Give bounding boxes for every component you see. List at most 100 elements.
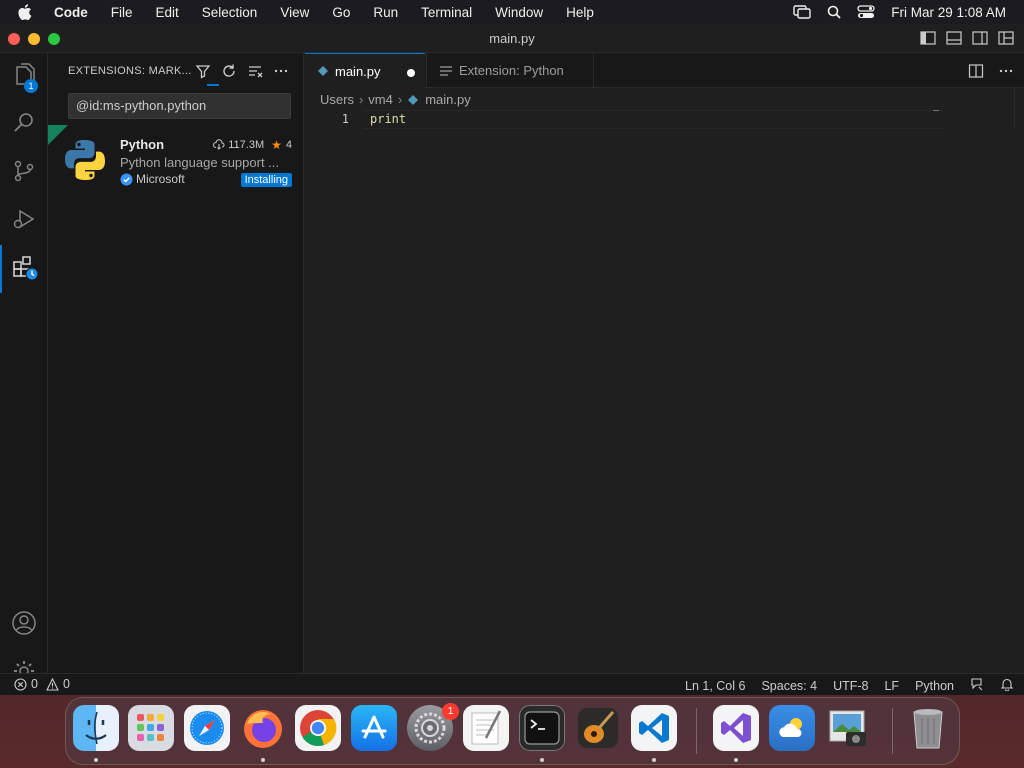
running-indicator bbox=[261, 758, 265, 762]
cursor-position[interactable]: Ln 1, Col 6 bbox=[685, 679, 745, 693]
extension-stats: 117.3M ★ 4 bbox=[213, 138, 292, 152]
dock-terminal-icon[interactable] bbox=[519, 705, 565, 751]
dock-safari-icon[interactable] bbox=[184, 705, 230, 751]
chevron-right-icon: › bbox=[397, 92, 403, 107]
extensions-sidebar: EXTENSIONS: MARK... @id:ms-python.python… bbox=[48, 53, 304, 673]
screen-mirroring-icon[interactable] bbox=[793, 5, 811, 19]
window-title: main.py bbox=[489, 31, 535, 46]
menu-clock[interactable]: Fri Mar 29 1:08 AM bbox=[891, 5, 1006, 20]
apple-logo-icon[interactable] bbox=[18, 4, 40, 20]
language-mode[interactable]: Python bbox=[915, 679, 954, 693]
spotlight-search-icon[interactable] bbox=[827, 5, 841, 19]
tab-extension-python[interactable]: Extension: Python bbox=[426, 53, 594, 88]
vscode-window: main.py 1 EXTENSIONS: MARK... @id:ms-pyt… bbox=[0, 24, 1024, 695]
toggle-secondary-sidebar-icon[interactable] bbox=[972, 31, 988, 45]
source-control-activity[interactable] bbox=[0, 149, 48, 197]
menu-code[interactable]: Code bbox=[54, 5, 88, 20]
activity-bar: 1 1 bbox=[0, 53, 48, 689]
menu-help[interactable]: Help bbox=[566, 5, 594, 20]
status-bar: 0 0 Ln 1, Col 6 Spaces: 4 UTF-8 LF Pytho… bbox=[0, 673, 1024, 695]
menu-terminal[interactable]: Terminal bbox=[421, 5, 472, 20]
dock-firefox-icon[interactable] bbox=[240, 705, 286, 751]
settings-notification-badge: 1 bbox=[442, 703, 459, 720]
breadcrumb-item[interactable]: vm4 bbox=[368, 92, 393, 107]
dock-weather-icon[interactable] bbox=[769, 705, 815, 751]
search-icon bbox=[12, 111, 36, 140]
encoding[interactable]: UTF-8 bbox=[833, 679, 868, 693]
more-actions-icon[interactable] bbox=[998, 63, 1014, 79]
installing-status-button[interactable]: Installing bbox=[240, 173, 292, 187]
extension-description: Python language support ... bbox=[120, 155, 280, 170]
notifications-bell-icon[interactable] bbox=[1000, 677, 1014, 694]
verified-publisher-icon bbox=[120, 173, 133, 185]
extensions-search-input[interactable]: @id:ms-python.python bbox=[68, 93, 291, 119]
menu-window[interactable]: Window bbox=[495, 5, 543, 20]
feedback-icon[interactable] bbox=[970, 677, 984, 694]
tab-main-py[interactable]: main.py bbox=[305, 53, 425, 88]
download-cloud-icon bbox=[213, 139, 225, 150]
run-debug-activity[interactable] bbox=[0, 197, 48, 245]
menu-view[interactable]: View bbox=[280, 5, 309, 20]
extension-publisher: Microsoft bbox=[120, 172, 185, 186]
menu-run[interactable]: Run bbox=[373, 5, 398, 20]
editor-area[interactable]: Users › vm4 › main.py 1 print bbox=[305, 88, 1024, 673]
dock-chrome-icon[interactable] bbox=[295, 705, 341, 751]
dock-visual-studio-icon[interactable] bbox=[713, 705, 759, 751]
extensions-activity[interactable] bbox=[0, 245, 48, 293]
menu-file[interactable]: File bbox=[111, 5, 133, 20]
python-file-icon bbox=[407, 94, 419, 106]
extension-rating: 4 bbox=[285, 139, 292, 151]
filter-active-indicator bbox=[207, 84, 219, 86]
source-control-icon bbox=[12, 159, 36, 188]
menu-edit[interactable]: Edit bbox=[156, 5, 179, 20]
breadcrumb-item[interactable]: Users bbox=[320, 92, 354, 107]
python-logo-icon bbox=[65, 140, 105, 180]
current-line-highlight bbox=[363, 110, 943, 129]
dock: 1 bbox=[65, 697, 960, 765]
more-actions-icon[interactable] bbox=[273, 63, 289, 79]
dock-textedit-icon[interactable] bbox=[463, 705, 509, 751]
error-count: 0 bbox=[31, 677, 38, 691]
menu-selection[interactable]: Selection bbox=[202, 5, 258, 20]
refresh-icon[interactable] bbox=[221, 63, 237, 79]
breadcrumb-item[interactable]: main.py bbox=[425, 92, 471, 107]
toggle-panel-icon[interactable] bbox=[946, 31, 962, 45]
menu-go[interactable]: Go bbox=[332, 5, 350, 20]
minimap[interactable] bbox=[933, 110, 939, 111]
clear-results-icon[interactable] bbox=[247, 63, 263, 79]
indentation[interactable]: Spaces: 4 bbox=[761, 679, 817, 693]
dock-preview-icon[interactable] bbox=[825, 705, 871, 751]
tab-label: Extension: Python bbox=[459, 63, 564, 78]
star-icon: ★ bbox=[271, 138, 282, 152]
scrollbar[interactable] bbox=[1014, 88, 1024, 128]
end-of-line[interactable]: LF bbox=[884, 679, 899, 693]
extension-list-item[interactable]: Python 117.3M ★ 4 Python language suppor… bbox=[48, 125, 304, 187]
accounts-activity[interactable] bbox=[0, 601, 48, 649]
dock-trash-icon[interactable] bbox=[905, 705, 951, 751]
extension-downloads: 117.3M bbox=[228, 139, 265, 151]
search-activity[interactable] bbox=[0, 101, 48, 149]
desktop: Code File Edit Selection View Go Run Ter… bbox=[0, 0, 1024, 768]
dock-launchpad-icon[interactable] bbox=[128, 705, 174, 751]
extension-preview-icon bbox=[439, 65, 453, 77]
unsaved-dot-icon[interactable] bbox=[407, 69, 415, 77]
dock-separator bbox=[892, 708, 893, 754]
running-indicator bbox=[540, 758, 544, 762]
explorer-activity[interactable]: 1 bbox=[0, 53, 48, 101]
dock-app-store-icon[interactable] bbox=[351, 705, 397, 751]
explorer-badge: 1 bbox=[24, 79, 38, 93]
warning-count: 0 bbox=[62, 677, 70, 691]
filter-icon[interactable] bbox=[195, 63, 211, 79]
publisher-name: Microsoft bbox=[136, 172, 185, 186]
customize-layout-icon[interactable] bbox=[998, 31, 1014, 45]
split-editor-icon[interactable] bbox=[968, 63, 984, 79]
title-bar: main.py bbox=[0, 24, 1024, 53]
toggle-primary-sidebar-icon[interactable] bbox=[920, 31, 936, 45]
code-line[interactable]: print bbox=[370, 112, 406, 126]
dock-finder-icon[interactable] bbox=[73, 705, 119, 751]
dock-garageband-icon[interactable] bbox=[575, 705, 621, 751]
running-indicator bbox=[94, 758, 98, 762]
control-center-icon[interactable] bbox=[857, 5, 875, 19]
problems-indicator[interactable]: 0 0 bbox=[14, 677, 74, 691]
dock-vscode-icon[interactable] bbox=[631, 705, 677, 751]
